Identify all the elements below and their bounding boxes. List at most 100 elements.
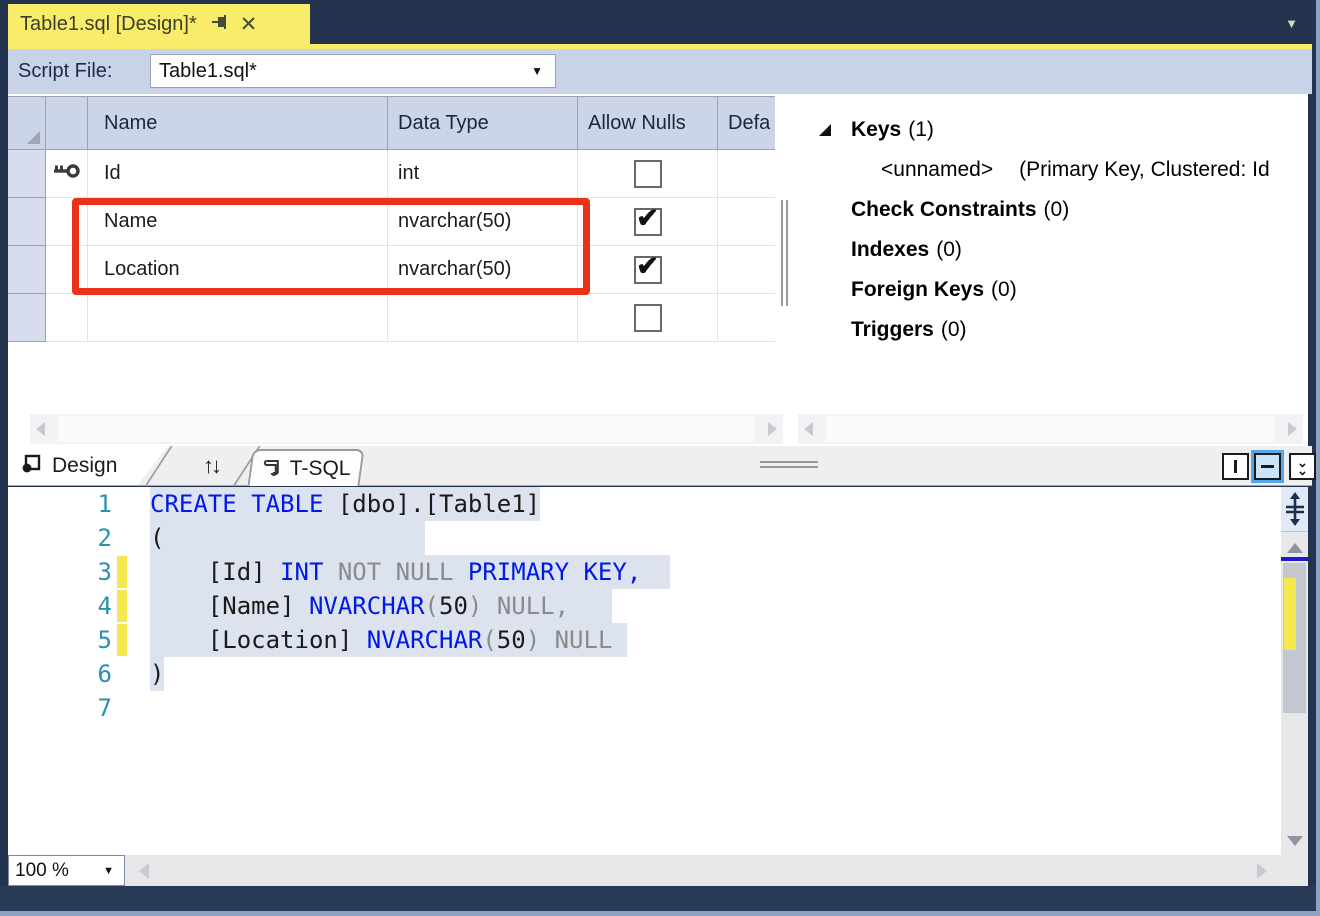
expanded-triangle-icon[interactable] — [819, 124, 831, 136]
split-window-handle[interactable] — [1281, 487, 1308, 532]
scroll-right-icon[interactable] — [1257, 863, 1267, 879]
code-text: CREATE TABLE [dbo].[Table1] — [150, 487, 540, 521]
row-selector[interactable] — [8, 294, 46, 342]
tab-tsql[interactable]: T-SQL — [247, 449, 364, 486]
scrollbar-thumb[interactable] — [58, 416, 755, 442]
code-line[interactable]: 5 [Location] NVARCHAR(50) NULL — [8, 623, 1281, 657]
double-chevron-down-icon: ⌄⌄ — [1297, 459, 1308, 473]
table-row-location[interactable]: Location nvarchar(50) ✔ — [8, 246, 775, 294]
code-line[interactable]: 3 [Id] INT NOT NULL PRIMARY KEY, — [8, 555, 1281, 589]
scrollbar-thumb[interactable] — [826, 416, 1275, 442]
allow-nulls-checkbox[interactable]: ✔ — [634, 160, 662, 188]
document-tab[interactable]: Table1.sql [Design]* ✕ — [8, 4, 310, 44]
header-name[interactable]: Name — [88, 96, 388, 150]
pane-drag-grip[interactable] — [760, 461, 818, 471]
scroll-left-icon[interactable] — [139, 863, 149, 879]
cell-default[interactable] — [718, 294, 775, 342]
cell-name[interactable]: Id — [88, 150, 388, 198]
scroll-left-icon[interactable] — [36, 422, 45, 436]
tree-item-indexes[interactable]: Indexes (0) — [783, 230, 1308, 270]
pane-tab-strip: Design ↑↓ T-SQL ⌄⌄ — [8, 446, 1312, 486]
scroll-up-icon[interactable] — [1287, 543, 1303, 553]
cell-data-type[interactable]: nvarchar(50) — [388, 246, 578, 294]
code-token: ) — [468, 592, 482, 620]
pin-icon[interactable] — [211, 13, 228, 35]
table-row-name[interactable]: Name nvarchar(50) ✔ — [8, 198, 775, 246]
combo-dropdown-icon[interactable]: ▼ — [103, 865, 114, 877]
table-row-empty[interactable]: ✔ — [8, 294, 775, 342]
cell-default[interactable] — [718, 150, 775, 198]
allow-nulls-checkbox[interactable]: ✔ — [634, 304, 662, 332]
code-token: ( — [482, 626, 496, 654]
code-token: [dbo].[Table1] — [338, 490, 540, 518]
code-token: ( — [150, 524, 425, 552]
header-default[interactable]: Defa — [718, 96, 775, 150]
header-data-type[interactable]: Data Type — [388, 96, 578, 150]
vertical-split-button[interactable] — [1222, 453, 1249, 480]
tree-item-unnamed-key[interactable]: <unnamed> (Primary Key, Clustered: Id — [783, 150, 1308, 190]
cell-name[interactable] — [88, 294, 388, 342]
cell-allow-nulls: ✔ — [578, 294, 718, 342]
horizontal-split-button[interactable] — [1254, 453, 1281, 480]
cell-data-type[interactable] — [388, 294, 578, 342]
code-line[interactable]: 1 CREATE TABLE [dbo].[Table1] — [8, 487, 1281, 521]
cell-default[interactable] — [718, 198, 775, 246]
context-tree: Keys (1) <unnamed> (Primary Key, Cluster… — [783, 94, 1308, 404]
tree-horizontal-scrollbar[interactable] — [798, 414, 1303, 444]
combo-dropdown-icon[interactable]: ▼ — [531, 64, 543, 78]
header-allow-nulls[interactable]: Allow Nulls — [578, 96, 718, 150]
code-text: [Id] INT NOT NULL PRIMARY KEY, — [150, 555, 670, 589]
table-designer-window: Table1.sql [Design]* ✕ ▼ Script File: Ta… — [0, 0, 1320, 916]
scroll-left-icon[interactable] — [804, 422, 813, 436]
code-token: 50 — [439, 592, 468, 620]
tree-item-foreign-keys[interactable]: Foreign Keys (0) — [783, 270, 1308, 310]
allow-nulls-checkbox[interactable]: ✔ — [634, 208, 662, 236]
tab-design[interactable]: Design — [8, 446, 180, 485]
zoom-level-combobox[interactable]: 100 % ▼ — [8, 855, 125, 886]
line-number: 3 — [8, 555, 112, 589]
tsql-code-editor[interactable]: 1 CREATE TABLE [dbo].[Table1]2( 3 [Id] IN… — [8, 487, 1281, 855]
tree-item-check-constraints[interactable]: Check Constraints (0) — [783, 190, 1308, 230]
code-line[interactable]: 6) — [8, 657, 1281, 691]
document-list-dropdown-icon[interactable]: ▼ — [1285, 16, 1298, 31]
line-number: 7 — [8, 691, 112, 725]
code-token — [540, 626, 554, 654]
close-icon[interactable]: ✕ — [240, 14, 258, 35]
line-number: 1 — [8, 487, 112, 521]
code-token — [569, 592, 612, 620]
allow-nulls-checkbox[interactable]: ✔ — [634, 256, 662, 284]
changed-lines-marker — [1284, 578, 1296, 650]
cell-name[interactable]: Name — [88, 198, 388, 246]
row-icon-cell — [46, 198, 88, 246]
cell-name[interactable]: Location — [88, 246, 388, 294]
collapse-pane-button[interactable]: ⌄⌄ — [1289, 453, 1316, 480]
row-selector[interactable] — [8, 198, 46, 246]
code-line[interactable]: 7 — [8, 691, 1281, 725]
script-file-toolbar: Script File: Table1.sql* ▼ — [8, 49, 1312, 94]
grid-corner-cell[interactable] — [8, 96, 46, 150]
swap-panes-icon: ↑↓ — [203, 453, 219, 479]
code-line[interactable]: 2( — [8, 521, 1281, 555]
tree-item-keys[interactable]: Keys (1) — [783, 110, 1308, 150]
table-row-id[interactable]: Id int ✔ — [8, 150, 775, 198]
row-selector[interactable] — [8, 150, 46, 198]
grid-horizontal-scrollbar[interactable] — [30, 414, 783, 444]
script-file-combobox[interactable]: Table1.sql* ▼ — [150, 54, 556, 88]
change-tracking-bar — [117, 624, 127, 656]
scroll-right-icon[interactable] — [768, 422, 777, 436]
scroll-right-icon[interactable] — [1288, 422, 1297, 436]
code-token — [482, 592, 496, 620]
grid-header-row: Name Data Type Allow Nulls Defa — [8, 96, 775, 150]
row-selector[interactable] — [8, 246, 46, 294]
primary-key-icon — [54, 164, 80, 183]
code-token — [641, 558, 670, 586]
code-line[interactable]: 4 [Name] NVARCHAR(50) NULL, — [8, 589, 1281, 623]
scroll-down-icon[interactable] — [1287, 836, 1303, 846]
cell-data-type[interactable]: nvarchar(50) — [388, 198, 578, 246]
cell-data-type[interactable]: int — [388, 150, 578, 198]
cell-default[interactable] — [718, 246, 775, 294]
editor-vertical-scrollbar[interactable] — [1281, 487, 1308, 886]
editor-horizontal-scrollbar[interactable] — [125, 855, 1281, 886]
line-number: 6 — [8, 657, 112, 691]
tree-item-triggers[interactable]: Triggers (0) — [783, 310, 1308, 350]
